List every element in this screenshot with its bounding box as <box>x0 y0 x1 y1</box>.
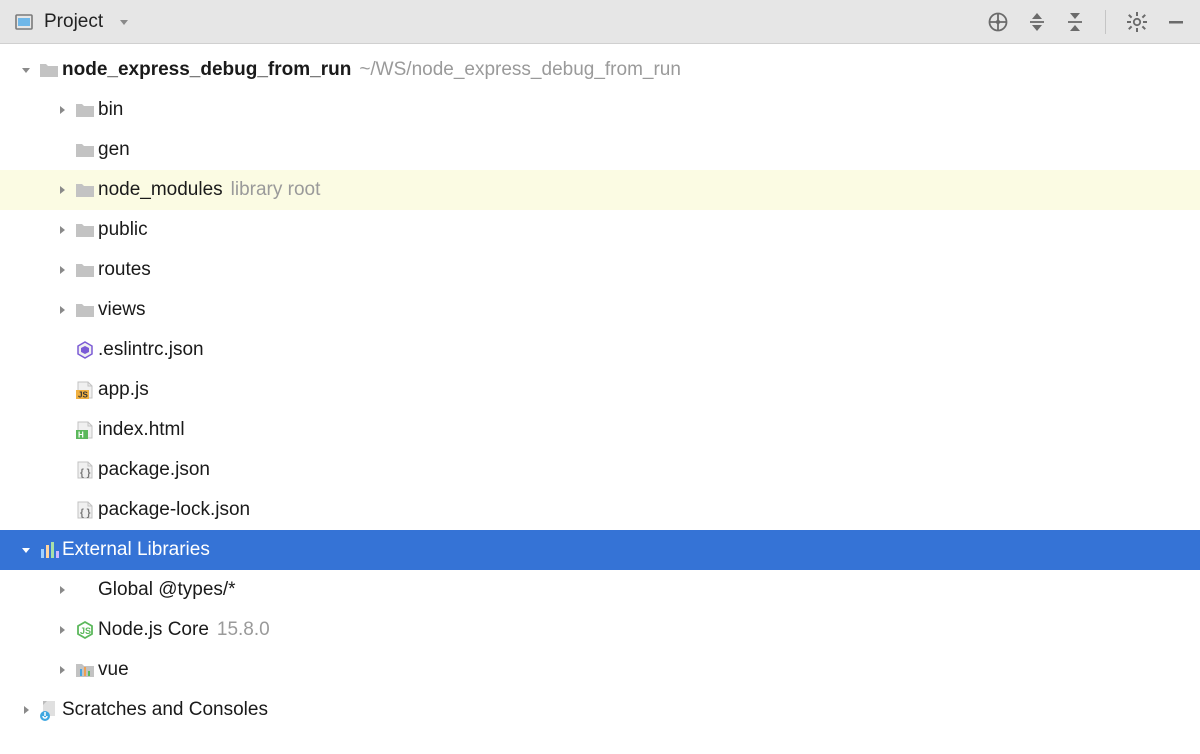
chevron-down-icon[interactable] <box>16 64 36 76</box>
tree-item-label: Scratches and Consoles <box>62 699 268 721</box>
select-opened-file-icon[interactable] <box>987 11 1009 33</box>
svg-text:{ }: { } <box>80 508 91 519</box>
tree-row[interactable]: node_modules library root <box>0 170 1200 210</box>
project-tree[interactable]: node_express_debug_from_run ~/WS/node_exp… <box>0 44 1200 730</box>
tree-item-label: package.json <box>98 459 210 481</box>
folder-icon <box>72 100 98 120</box>
tree-item-label: Node.js Core <box>98 619 209 641</box>
settings-gear-icon[interactable] <box>1126 11 1148 33</box>
panel-header-actions <box>987 10 1186 34</box>
folder-icon <box>72 260 98 280</box>
tree-item-label: gen <box>98 139 130 161</box>
expand-all-icon[interactable] <box>1027 11 1047 33</box>
folder-icon <box>72 140 98 160</box>
tree-row[interactable]: External Libraries <box>0 530 1200 570</box>
html-icon: H <box>72 420 98 440</box>
folder-icon <box>72 220 98 240</box>
json-icon: { } <box>72 460 98 480</box>
tree-item-label: .eslintrc.json <box>98 339 204 361</box>
tree-row[interactable]: views <box>0 290 1200 330</box>
tree-item-label: public <box>98 219 148 241</box>
svg-text:{ }: { } <box>80 468 91 479</box>
tree-row[interactable]: public <box>0 210 1200 250</box>
tree-row[interactable]: bin <box>0 90 1200 130</box>
tree-row[interactable]: gen <box>0 130 1200 170</box>
hide-panel-icon[interactable] <box>1166 12 1186 32</box>
tree-row[interactable]: JS Node.js Core 15.8.0 <box>0 610 1200 650</box>
tree-item-label: vue <box>98 659 129 681</box>
tree-row[interactable]: vue <box>0 650 1200 690</box>
tree-item-label: External Libraries <box>62 539 210 561</box>
folder-lib-icon <box>72 660 98 680</box>
header-separator <box>1105 10 1106 34</box>
project-panel-icon <box>14 12 34 32</box>
chevron-right-icon[interactable] <box>52 624 72 636</box>
tree-item-label: index.html <box>98 419 185 441</box>
tree-item-label: node_express_debug_from_run <box>62 59 351 81</box>
svg-text:H: H <box>78 431 84 440</box>
chevron-right-icon[interactable] <box>52 264 72 276</box>
svg-text:JS: JS <box>78 391 88 400</box>
tree-item-hint: ~/WS/node_express_debug_from_run <box>359 59 681 81</box>
tree-item-hint: 15.8.0 <box>217 619 270 641</box>
tree-row[interactable]: Global @types/* <box>0 570 1200 610</box>
tree-item-label: node_modules <box>98 179 223 201</box>
chevron-right-icon[interactable] <box>52 104 72 116</box>
chevron-right-icon[interactable] <box>16 704 36 716</box>
tree-item-label: package-lock.json <box>98 499 250 521</box>
js-icon: JS <box>72 380 98 400</box>
panel-title: Project <box>44 11 103 33</box>
folder-icon <box>72 180 98 200</box>
folder-project-icon <box>36 60 62 80</box>
tree-row[interactable]: Hindex.html <box>0 410 1200 450</box>
chevron-down-icon[interactable] <box>16 544 36 556</box>
tree-item-label: Global @types/* <box>98 579 236 601</box>
tree-item-label: bin <box>98 99 123 121</box>
dropdown-arrow-icon[interactable] <box>117 15 131 29</box>
tree-item-hint: library root <box>231 179 321 201</box>
folder-icon <box>72 300 98 320</box>
tree-row[interactable]: routes <box>0 250 1200 290</box>
tree-row[interactable]: JS app.js <box>0 370 1200 410</box>
svg-text:JS: JS <box>80 626 91 636</box>
json-icon: { } <box>72 500 98 520</box>
tree-item-label: views <box>98 299 146 321</box>
panel-header: Project <box>0 0 1200 44</box>
eslint-icon <box>72 340 98 360</box>
chevron-right-icon[interactable] <box>52 304 72 316</box>
chevron-right-icon[interactable] <box>52 184 72 196</box>
libraries-icon <box>36 539 62 561</box>
nodejs-icon: JS <box>72 620 98 640</box>
chevron-right-icon[interactable] <box>52 584 72 596</box>
tree-row[interactable]: Scratches and Consoles <box>0 690 1200 730</box>
scratches-icon <box>36 699 62 721</box>
tree-item-label: routes <box>98 259 151 281</box>
chevron-right-icon[interactable] <box>52 224 72 236</box>
panel-title-group[interactable]: Project <box>14 11 131 33</box>
tree-row[interactable]: { } package.json <box>0 450 1200 490</box>
tree-row[interactable]: .eslintrc.json <box>0 330 1200 370</box>
tree-item-label: app.js <box>98 379 149 401</box>
chevron-right-icon[interactable] <box>52 664 72 676</box>
tree-row[interactable]: { } package-lock.json <box>0 490 1200 530</box>
tree-row[interactable]: node_express_debug_from_run ~/WS/node_exp… <box>0 50 1200 90</box>
collapse-all-icon[interactable] <box>1065 11 1085 33</box>
